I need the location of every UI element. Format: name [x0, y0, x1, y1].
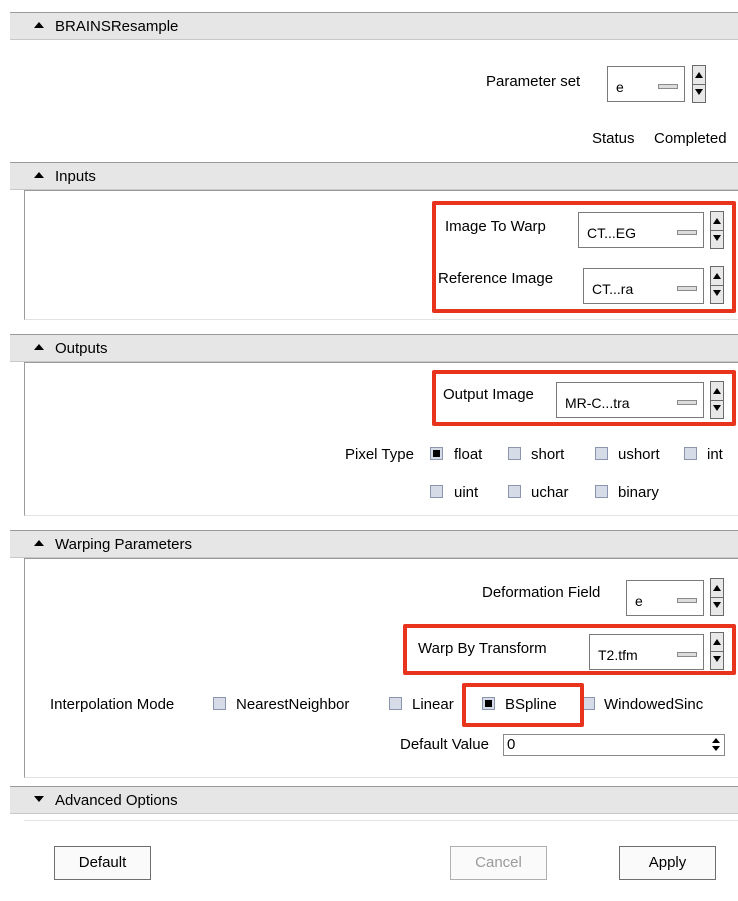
dropdown-handle-icon: [658, 84, 678, 89]
advanced-title: Advanced Options: [55, 792, 178, 809]
spin-up-icon[interactable]: [693, 66, 705, 85]
interp-windowed-sinc-label: WindowedSinc: [604, 696, 704, 713]
inputs-title: Inputs: [55, 168, 96, 185]
outputs-header[interactable]: Outputs: [10, 334, 738, 362]
module-header[interactable]: BRAINSResample: [10, 12, 738, 40]
pixel-type-uchar-checkbox[interactable]: [508, 485, 521, 498]
expand-arrow-icon[interactable]: [34, 796, 44, 802]
pixel-type-short-label: short: [531, 446, 565, 463]
highlight-output-image: [432, 370, 736, 426]
pixel-type-binary-label: binary: [618, 484, 659, 501]
spin-up-icon[interactable]: [711, 579, 723, 598]
parameter-set-label: Parameter set: [486, 73, 581, 90]
collapse-arrow-icon[interactable]: [34, 22, 44, 28]
deformation-field-combo[interactable]: e: [626, 580, 704, 616]
pixel-type-float-checkbox[interactable]: [430, 447, 443, 460]
dropdown-handle-icon: [677, 598, 697, 603]
status-value: Completed: [654, 130, 727, 147]
module-title: BRAINSResample: [55, 18, 179, 35]
outputs-title: Outputs: [55, 340, 108, 357]
advanced-divider: [24, 820, 738, 821]
highlight-inputs: [432, 201, 736, 313]
pixel-type-int-checkbox[interactable]: [684, 447, 697, 460]
collapse-arrow-icon[interactable]: [34, 172, 44, 178]
default-value-label: Default Value: [400, 736, 489, 753]
interp-nearest-neighbor-checkbox[interactable]: [213, 697, 226, 710]
spin-up-icon[interactable]: [712, 738, 720, 743]
warping-title: Warping Parameters: [55, 536, 192, 553]
status-label: Status: [592, 130, 635, 147]
apply-button[interactable]: Apply: [619, 846, 716, 880]
parameter-set-value: e: [616, 79, 624, 95]
pixel-type-short-checkbox[interactable]: [508, 447, 521, 460]
parameter-set-spinner[interactable]: [692, 65, 706, 103]
warping-header[interactable]: Warping Parameters: [10, 530, 738, 558]
pixel-type-label: Pixel Type: [345, 446, 414, 463]
pixel-type-uint-label: uint: [454, 484, 479, 501]
pixel-type-uint-checkbox[interactable]: [430, 485, 443, 498]
pixel-type-ushort-label: ushort: [618, 446, 660, 463]
default-button[interactable]: Default: [54, 846, 151, 880]
default-value-text: 0: [507, 736, 516, 753]
inputs-header[interactable]: Inputs: [10, 162, 738, 190]
cancel-button[interactable]: Cancel: [450, 846, 547, 880]
highlight-warp-by-transform: [403, 624, 736, 675]
pixel-type-int-label: int: [707, 446, 723, 463]
spin-down-icon[interactable]: [711, 597, 723, 615]
collapse-arrow-icon[interactable]: [34, 344, 44, 350]
deformation-field-spinner[interactable]: [710, 578, 724, 616]
spin-down-icon[interactable]: [693, 84, 705, 102]
pixel-type-uchar-label: uchar: [531, 484, 569, 501]
interpolation-mode-label: Interpolation Mode: [50, 696, 175, 713]
spin-down-icon[interactable]: [712, 746, 720, 751]
pixel-type-float-label: float: [454, 446, 483, 463]
deformation-field-label: Deformation Field: [482, 584, 601, 601]
interp-nearest-neighbor-label: NearestNeighbor: [236, 696, 350, 713]
interp-linear-checkbox[interactable]: [389, 697, 402, 710]
highlight-bspline: [462, 683, 584, 727]
parameter-set-combo[interactable]: e: [607, 66, 685, 102]
interp-linear-label: Linear: [412, 696, 454, 713]
deformation-field-value: e: [635, 593, 643, 609]
advanced-header[interactable]: Advanced Options: [10, 786, 738, 814]
default-value-field[interactable]: 0: [503, 734, 725, 756]
collapse-arrow-icon[interactable]: [34, 540, 44, 546]
pixel-type-ushort-checkbox[interactable]: [595, 447, 608, 460]
pixel-type-binary-checkbox[interactable]: [595, 485, 608, 498]
